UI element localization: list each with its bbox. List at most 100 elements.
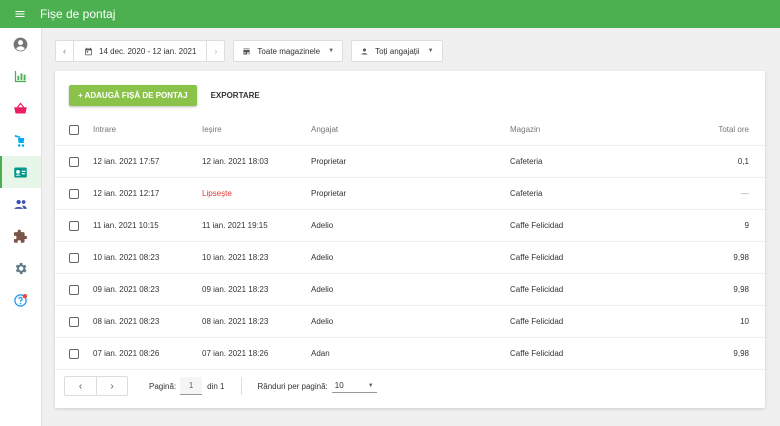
table-row[interactable]: 12 ian. 2021 17:57 12 ian. 2021 18:03 Pr… <box>55 146 765 178</box>
items-icon <box>14 134 25 147</box>
select-all-checkbox[interactable] <box>69 124 79 135</box>
date-prev-button[interactable]: ‹ <box>56 41 74 61</box>
clock-in-cell: 07 ian. 2021 08:26 <box>93 349 160 358</box>
clock-in-cell: 11 ian. 2021 10:15 <box>93 221 159 230</box>
total-hours-cell: 9 <box>744 221 749 230</box>
sidebar <box>0 28 42 426</box>
table-row[interactable]: 07 ian. 2021 08:26 07 ian. 2021 18:26 Ad… <box>55 338 765 370</box>
row-checkbox[interactable] <box>69 316 79 327</box>
sidebar-item-employees[interactable] <box>0 156 41 188</box>
timecards-table: Intrare Ieșire Angajat Magazin Total ore… <box>55 114 765 370</box>
total-hours-cell: — <box>741 189 749 198</box>
total-hours-cell: 9,98 <box>733 285 749 294</box>
header-total-hours[interactable]: Total ore <box>690 125 749 134</box>
clock-out-cell: 11 ian. 2021 19:15 <box>202 221 268 230</box>
store-filter-dropdown[interactable]: Toate magazinele ▼ <box>233 40 344 62</box>
rows-per-page-value: 10 <box>334 381 344 390</box>
employee-cell: Adan <box>311 349 330 358</box>
clock-in-cell: 10 ian. 2021 08:23 <box>93 253 160 262</box>
reports-icon <box>14 70 27 82</box>
table-row[interactable]: 11 ian. 2021 10:15 11 ian. 2021 19:15 Ad… <box>55 210 765 242</box>
date-next-button[interactable]: › <box>206 41 224 61</box>
clock-out-cell: 09 ian. 2021 18:23 <box>202 285 269 294</box>
card-actions: + ADAUGĂ FIȘĂ DE PONTAJ EXPORTARE <box>69 85 260 106</box>
total-hours-cell: 0,1 <box>737 157 749 166</box>
store-cell: Caffe Felicidad <box>510 221 564 230</box>
help-icon <box>14 293 28 307</box>
row-checkbox[interactable] <box>69 284 79 295</box>
caret-down-icon: ▼ <box>427 48 434 54</box>
table-row[interactable]: 10 ian. 2021 08:23 10 ian. 2021 18:23 Ad… <box>55 242 765 274</box>
export-button[interactable]: EXPORTARE <box>211 91 260 100</box>
customers-icon <box>14 199 27 209</box>
store-cell: Cafeteria <box>510 189 543 198</box>
top-app-bar: Fișe de pontaj <box>0 0 780 28</box>
integrations-icon <box>13 229 28 243</box>
page-title: Fișe de pontaj <box>40 7 116 21</box>
store-icon <box>243 48 251 54</box>
row-checkbox[interactable] <box>69 348 79 359</box>
date-range-button[interactable]: 14 dec. 2020 - 12 ian. 2021 <box>74 41 206 61</box>
employee-cell: Proprietar <box>311 157 347 166</box>
header-store[interactable]: Magazin <box>510 125 690 134</box>
store-cell: Caffe Felicidad <box>510 317 564 326</box>
store-cell: Caffe Felicidad <box>510 285 564 294</box>
sidebar-item-settings[interactable] <box>0 252 41 284</box>
sidebar-item-customers[interactable] <box>0 188 41 220</box>
hamburger-icon <box>15 11 25 17</box>
table-row[interactable]: 09 ian. 2021 08:23 09 ian. 2021 18:23 Ad… <box>55 274 765 306</box>
employee-filter-dropdown[interactable]: Toți angajații ▼ <box>351 40 443 62</box>
row-checkbox[interactable] <box>69 188 79 199</box>
sidebar-item-reports[interactable] <box>0 60 41 92</box>
caret-down-icon: ▼ <box>328 48 335 54</box>
clock-in-cell: 12 ian. 2021 12:17 <box>93 189 160 198</box>
rows-per-page-select[interactable]: 10 ▼ <box>331 379 377 393</box>
table-row[interactable]: 12 ian. 2021 12:17 Lipsește Proprietar C… <box>55 178 765 210</box>
header-clock-in[interactable]: Intrare <box>93 125 202 134</box>
sidebar-item-integrations[interactable] <box>0 220 41 252</box>
page-count-label: din 1 <box>207 381 225 391</box>
pagination: ‹ › Pagină: 1 din 1 Rânduri per pagină: … <box>64 376 377 396</box>
settings-icon <box>15 262 27 274</box>
clock-out-missing-cell: Lipsește <box>202 189 232 198</box>
total-hours-cell: 9,98 <box>733 253 749 262</box>
row-checkbox[interactable] <box>69 220 79 231</box>
filter-bar: ‹ 14 dec. 2020 - 12 ian. 2021 › Toate ma… <box>55 40 443 62</box>
store-cell: Caffe Felicidad <box>510 253 564 262</box>
clock-out-cell: 08 ian. 2021 18:23 <box>202 317 269 326</box>
calendar-icon <box>85 47 92 55</box>
divider <box>240 377 242 395</box>
store-cell: Cafeteria <box>510 157 543 166</box>
account-icon <box>13 37 28 51</box>
sidebar-item-items[interactable] <box>0 124 41 156</box>
prev-page-button[interactable]: ‹ <box>65 377 96 395</box>
table-header-row: Intrare Ieșire Angajat Magazin Total ore <box>55 114 765 146</box>
sidebar-item-account[interactable] <box>0 28 41 60</box>
page-label: Pagină: <box>149 381 177 391</box>
menu-button[interactable] <box>0 0 40 28</box>
next-page-button[interactable]: › <box>96 377 127 395</box>
add-timecard-button[interactable]: + ADAUGĂ FIȘĂ DE PONTAJ <box>69 85 197 106</box>
caret-down-icon: ▼ <box>367 382 374 389</box>
employee-cell: Adelio <box>311 253 334 262</box>
employees-icon <box>14 167 27 177</box>
date-range-picker: ‹ 14 dec. 2020 - 12 ian. 2021 › <box>55 40 226 62</box>
sales-icon <box>14 102 27 113</box>
employee-cell: Proprietar <box>311 189 347 198</box>
store-cell: Caffe Felicidad <box>510 349 564 358</box>
store-filter-label: Toate magazinele <box>257 46 321 56</box>
clock-in-cell: 12 ian. 2021 17:57 <box>93 157 160 166</box>
employee-cell: Adelio <box>311 285 334 294</box>
clock-in-cell: 08 ian. 2021 08:23 <box>93 317 160 326</box>
page-number-input[interactable]: 1 <box>180 377 203 395</box>
sidebar-item-sales[interactable] <box>0 92 41 124</box>
row-checkbox[interactable] <box>69 156 79 167</box>
person-icon <box>361 48 368 54</box>
row-checkbox[interactable] <box>69 252 79 263</box>
header-clock-out[interactable]: Ieșire <box>202 125 311 134</box>
clock-in-cell: 09 ian. 2021 08:23 <box>93 285 160 294</box>
sidebar-item-help[interactable] <box>0 284 41 316</box>
header-employee[interactable]: Angajat <box>311 125 510 134</box>
total-hours-cell: 9,98 <box>733 349 749 358</box>
table-row[interactable]: 08 ian. 2021 08:23 08 ian. 2021 18:23 Ad… <box>55 306 765 338</box>
